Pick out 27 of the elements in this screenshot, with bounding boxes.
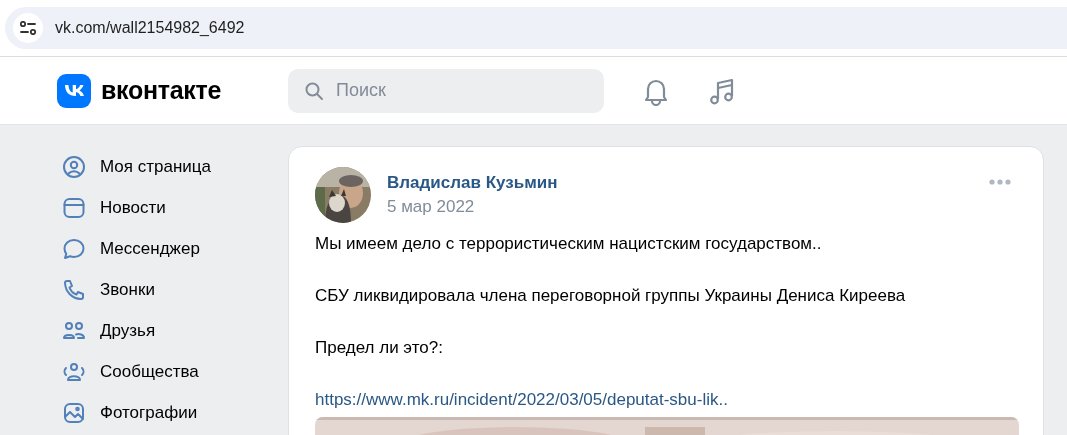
- logo-text[interactable]: вконтакте: [101, 76, 222, 105]
- chat-icon: [62, 236, 86, 261]
- search-input[interactable]: Поиск: [334, 79, 588, 102]
- profile-icon: [62, 154, 86, 179]
- news-icon: [62, 195, 86, 220]
- address-bar[interactable]: vk.com/wall2154982_6492: [5, 7, 1067, 49]
- phone-icon: [62, 277, 86, 302]
- sidebar-item[interactable]: Звонки: [62, 269, 288, 310]
- post-text: Мы имеем дело с террористическим нацистским государством..: [315, 233, 823, 255]
- sidebar-item[interactable]: Сообщества: [62, 351, 288, 392]
- author-name[interactable]: Владислав Кузьмин: [387, 173, 973, 193]
- sidebar-item[interactable]: Мессенджер: [62, 228, 288, 269]
- sidebar-item[interactable]: Друзья: [62, 310, 288, 351]
- sidebar-item[interactable]: Новости: [62, 187, 288, 228]
- post-date[interactable]: 5 мар 2022: [387, 197, 973, 217]
- search-field[interactable]: Поиск: [288, 68, 604, 113]
- photos-icon: [62, 400, 86, 425]
- sidebar-item[interactable]: Фотографии: [62, 392, 288, 433]
- search-icon: [304, 80, 324, 101]
- sidebar-item[interactable]: Моя страница: [62, 146, 288, 187]
- post-link[interactable]: https://www.mk.ru/incident/2022/03/05/deputat-sbu-lik..: [315, 387, 728, 413]
- url-text: vk.com/wall2154982_6492: [55, 19, 245, 37]
- post-text: СБУ ликвидировала члена переговорной группы Украины Дениса Киреева: [315, 285, 907, 307]
- post-text: Предел ли это?:: [315, 337, 444, 359]
- site-settings-icon[interactable]: [13, 13, 43, 43]
- logo-icon[interactable]: [57, 73, 91, 108]
- more-icon[interactable]: [989, 179, 1011, 185]
